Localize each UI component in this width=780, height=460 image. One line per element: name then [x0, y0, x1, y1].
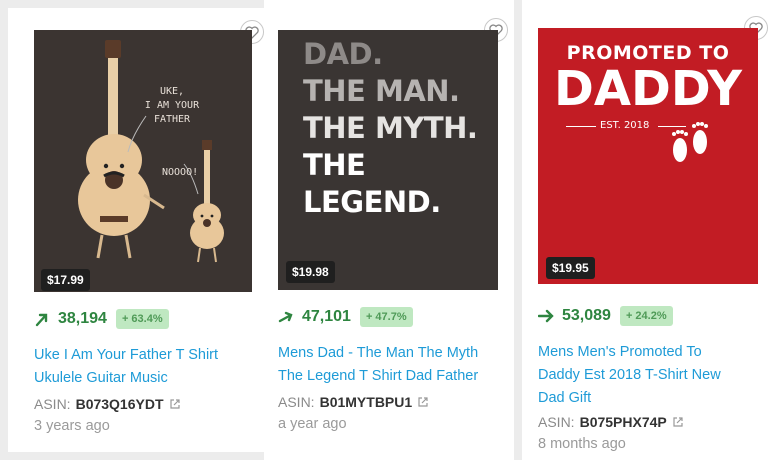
arrow-right-icon: [538, 309, 554, 323]
sales-rank-row: 38,194 + 63.4%: [34, 308, 169, 330]
rank-change-badge: + 63.4%: [115, 309, 169, 329]
external-link-icon[interactable]: [169, 398, 181, 410]
sales-rank: 47,101: [302, 308, 351, 325]
product-card-1[interactable]: UKE, I AM YOUR FATHER NOOOO! $17.99 38,1…: [8, 8, 264, 452]
shirt-text-est: EST. 2018: [600, 120, 650, 131]
asin-value: B01MYTBPU1: [319, 394, 413, 410]
product-title-link[interactable]: Uke I Am Your Father T Shirt Ukulele Gui…: [34, 344, 259, 390]
shirt-text-block: DAD. THE MAN. THE MYTH. THE LEGEND.: [303, 37, 478, 219]
speech-bubble-small: NOOOO!: [162, 167, 199, 178]
arrow-up-right-icon: [278, 311, 293, 323]
sales-rank: 53,089: [562, 307, 611, 324]
guitar-ukulele-illustration: [78, 40, 224, 263]
sales-rank-row: 53,089 + 24.2%: [538, 305, 673, 327]
rank-change-badge: + 24.2%: [619, 306, 673, 326]
product-card-2[interactable]: DAD. THE MAN. THE MYTH. THE LEGEND. $19.…: [264, 0, 514, 460]
sales-rank: 38,194: [58, 310, 107, 327]
asin-value: B075PHX74P: [579, 414, 667, 430]
price-tag: $19.98: [286, 261, 335, 283]
price-tag: $17.99: [41, 269, 90, 291]
arrow-up-right-steep-icon: [35, 313, 48, 327]
asin-label: ASIN:: [538, 414, 575, 430]
product-card-3[interactable]: PROMOTED TO DADDY EST. 2018 $19.95 53,08…: [522, 0, 780, 460]
asin-label: ASIN:: [278, 394, 315, 410]
listing-age: a year ago: [278, 416, 347, 432]
asin-row: ASIN: B073Q16YDT: [34, 396, 181, 412]
product-title-link[interactable]: Mens Dad - The Man The Myth The Legend T…: [278, 342, 512, 388]
asin-label: ASIN:: [34, 396, 71, 412]
asin-row: ASIN: B075PHX74P: [538, 414, 684, 430]
sales-rank-row: 47,101 + 47.7%: [278, 306, 413, 328]
listing-age: 8 months ago: [538, 436, 626, 452]
baby-footprints-icon: [672, 122, 708, 162]
external-link-icon[interactable]: [417, 396, 429, 408]
product-image[interactable]: UKE, I AM YOUR FATHER NOOOO! $17.99: [34, 30, 252, 292]
speech-bubble-big: UKE, I AM YOUR FATHER: [144, 86, 200, 125]
rank-change-badge: + 47.7%: [359, 307, 413, 327]
price-tag: $19.95: [546, 257, 595, 279]
asin-value: B073Q16YDT: [75, 396, 164, 412]
product-image[interactable]: DAD. THE MAN. THE MYTH. THE LEGEND. $19.…: [278, 30, 498, 290]
product-image[interactable]: PROMOTED TO DADDY EST. 2018 $19.95: [538, 28, 758, 284]
asin-row: ASIN: B01MYTBPU1: [278, 394, 429, 410]
divider: [566, 126, 596, 127]
listing-age: 3 years ago: [34, 418, 110, 434]
external-link-icon[interactable]: [672, 416, 684, 428]
product-title-link[interactable]: Mens Men's Promoted To Daddy Est 2018 T-…: [538, 341, 774, 410]
shirt-text-daddy: DADDY: [554, 61, 742, 117]
